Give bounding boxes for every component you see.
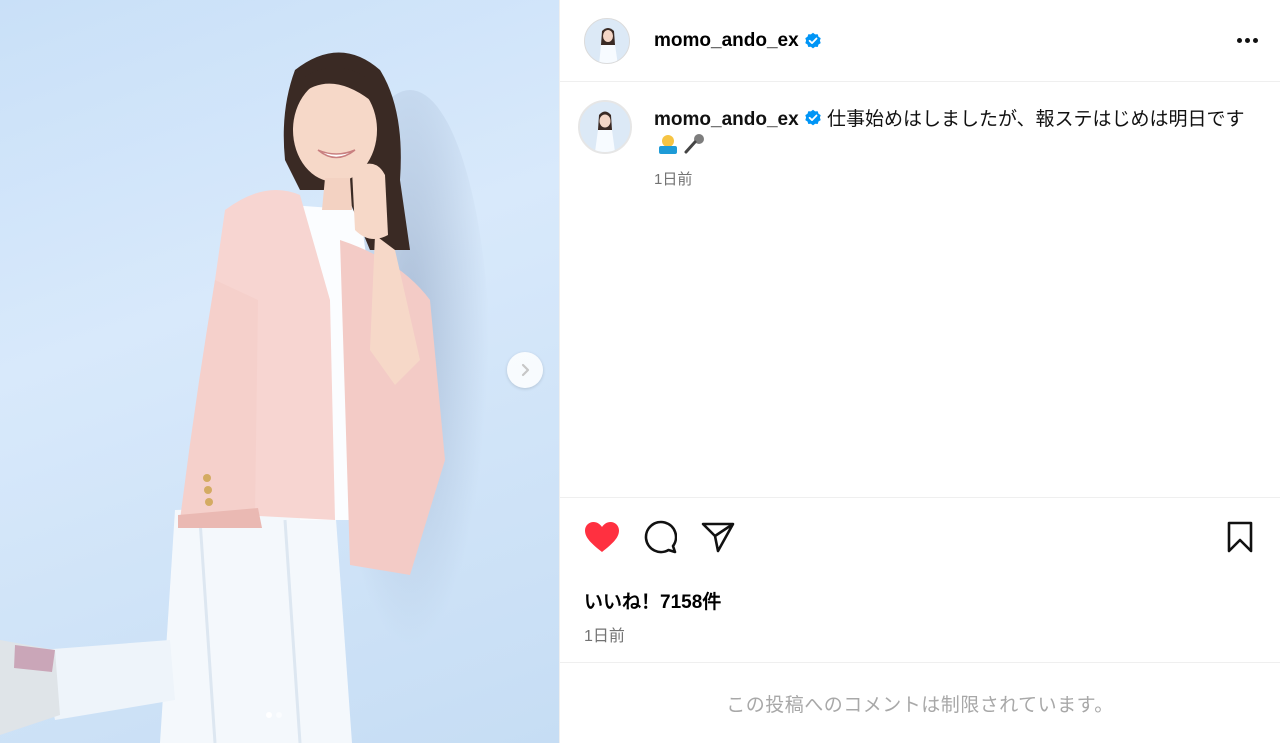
comment-button[interactable]: [640, 517, 680, 557]
heart-icon: [585, 521, 619, 552]
caption-avatar[interactable]: [578, 100, 632, 154]
caption-text: momo_ando_ex 仕事始めはしましたが、報ステはじめは明日です: [654, 107, 1260, 159]
bookmark-icon: [1227, 521, 1253, 552]
share-button[interactable]: [698, 517, 738, 557]
avatar[interactable]: [584, 17, 630, 64]
carousel-next-button[interactable]: [507, 352, 543, 388]
post-viewer: momo_ando_ex momo_ando_ex 仕事始めはしましたが、報ステ…: [0, 0, 1280, 743]
carousel-indicator: [266, 712, 282, 718]
post-side-panel: momo_ando_ex momo_ando_ex 仕事始めはしましたが、報ステ…: [559, 0, 1280, 743]
post-photo: [0, 52, 445, 743]
caption-message: 仕事始めはしましたが、報ステはじめは明日です: [826, 109, 1245, 130]
caption-section: momo_ando_ex 仕事始めはしましたが、報ステはじめは明日です 1日前: [560, 82, 1280, 497]
post-author-username[interactable]: momo_ando_ex: [654, 30, 799, 52]
avatar-image: [585, 18, 629, 63]
comment-icon: [644, 520, 677, 553]
person-raising-hand-emoji: [659, 135, 677, 154]
save-button[interactable]: [1220, 517, 1260, 557]
post-media: [0, 0, 559, 743]
post-actions-bar: [560, 497, 1280, 575]
carousel-dot-active: [266, 712, 272, 718]
post-date: 1日前: [584, 628, 625, 645]
caption-timestamp: 1日前: [654, 171, 693, 188]
likes-count[interactable]: いいね！7158件: [560, 575, 1280, 614]
verified-badge-icon: [804, 32, 821, 48]
caption-username[interactable]: momo_ando_ex: [654, 109, 799, 130]
verified-badge-icon: [804, 109, 821, 126]
chevron-right-icon: [521, 363, 530, 377]
caption-body: momo_ando_ex 仕事始めはしましたが、報ステはじめは明日です 1日前: [654, 100, 1260, 497]
microphone-emoji: [684, 134, 704, 154]
more-options-button[interactable]: [1229, 30, 1258, 51]
post-header: momo_ando_ex: [560, 0, 1280, 82]
comments-limited-notice: この投稿へのコメントは制限されています。: [560, 662, 1280, 743]
more-options-icon: [1237, 38, 1242, 43]
like-button[interactable]: [582, 517, 622, 557]
share-icon: [701, 522, 735, 552]
carousel-dot: [276, 712, 282, 718]
avatar-image: [580, 102, 630, 152]
